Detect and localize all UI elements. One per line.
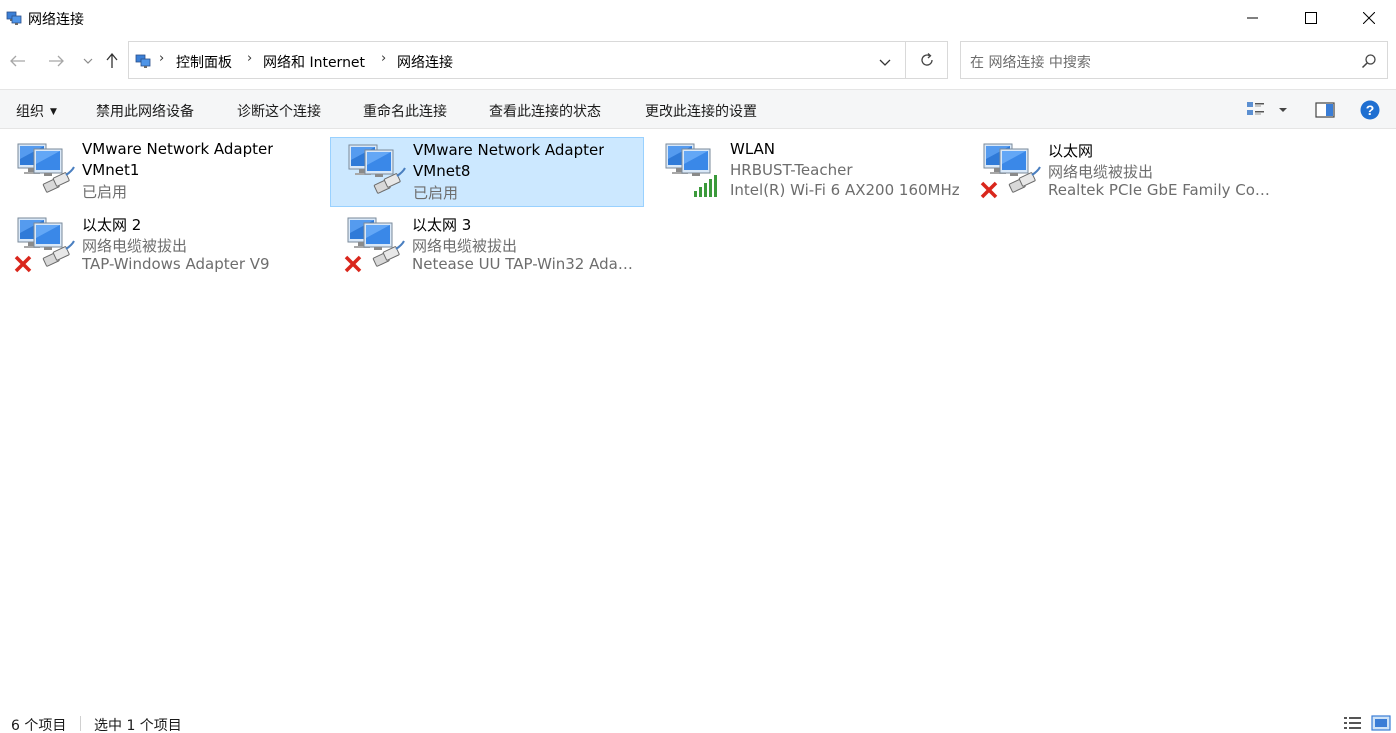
chevron-down-icon xyxy=(83,58,93,64)
network-adapter-icon xyxy=(14,217,75,273)
address-bar[interactable]: › 控制面板 › 网络和 Internet › 网络连接 xyxy=(128,41,906,79)
wifi-signal-icon xyxy=(694,175,717,197)
connection-status: 网络电缆被拔出 xyxy=(82,236,188,255)
status-divider xyxy=(80,716,81,731)
connection-device: Realtek PCIe GbE Family Contr... xyxy=(1048,181,1278,199)
forward-button[interactable] xyxy=(45,50,67,72)
connection-status: 网络电缆被拔出 xyxy=(1048,162,1154,181)
view-status-button[interactable]: 查看此连接的状态 xyxy=(489,101,601,121)
close-button[interactable] xyxy=(1340,0,1396,36)
search-input[interactable]: 在 网络连接 中搜索 xyxy=(960,41,1388,79)
selection-count: 选中 1 个项目 xyxy=(94,718,182,733)
preview-pane-icon xyxy=(1315,102,1335,118)
network-connections-icon xyxy=(135,54,151,68)
navigation-bar: › 控制面板 › 网络和 Internet › 网络连接 在 网络连接 中搜索 xyxy=(0,40,1396,80)
caret-down-icon: ▼ xyxy=(50,107,57,117)
connection-status: 已启用 xyxy=(82,183,128,201)
network-connections-app-icon xyxy=(6,11,22,25)
address-dropdown-icon[interactable] xyxy=(877,54,893,70)
connection-device: TAP-Windows Adapter V9 xyxy=(82,255,270,273)
maximize-button[interactable] xyxy=(1282,0,1340,36)
details-view-icon[interactable] xyxy=(1343,715,1363,731)
large-icons-view-icon[interactable] xyxy=(1371,715,1391,731)
connection-name: VMware Network Adapter xyxy=(413,141,605,159)
search-placeholder: 在 网络连接 中搜索 xyxy=(970,55,1091,71)
connections-list: VMware Network Adapter VMnet1 已启用 VMware Ne… xyxy=(0,130,1396,700)
organize-menu[interactable]: 组织 ▼ xyxy=(16,101,57,121)
svg-text:?: ? xyxy=(1366,102,1375,118)
connection-name: VMware Network Adapter xyxy=(82,140,274,158)
minimize-icon xyxy=(1247,17,1258,19)
network-adapter-icon xyxy=(980,143,1041,199)
help-button[interactable]: ? xyxy=(1360,100,1380,120)
connection-name: 以太网 2 xyxy=(82,216,142,234)
connection-item[interactable]: 以太网 3 网络电缆被拔出 Netease UU TAP-Win32 Adapt..… xyxy=(330,211,644,281)
command-bar: 组织 ▼ 禁用此网络设备 诊断这个连接 重命名此连接 查看此连接的状态 更改此连接… xyxy=(0,89,1396,129)
arrow-left-icon xyxy=(10,55,25,67)
refresh-button[interactable] xyxy=(906,41,948,79)
close-icon xyxy=(1363,12,1375,24)
breadcrumb-network-internet[interactable]: 网络和 Internet xyxy=(263,52,365,72)
connection-status: 网络电缆被拔出 xyxy=(412,236,518,255)
connection-device: Intel(R) Wi-Fi 6 AX200 160MHz xyxy=(730,181,960,199)
breadcrumb-network-connections[interactable]: 网络连接 xyxy=(397,52,453,72)
breadcrumb-separator[interactable]: › xyxy=(247,51,252,66)
connection-item[interactable]: WLAN HRBUST-Teacher Intel(R) Wi-Fi 6 AX200… xyxy=(648,137,962,207)
breadcrumb-separator[interactable]: › xyxy=(381,51,386,66)
connection-name: 以太网 3 xyxy=(412,216,472,234)
arrow-up-icon xyxy=(106,53,118,68)
recent-locations-button[interactable] xyxy=(77,50,99,72)
connection-item[interactable]: VMware Network Adapter VMnet1 已启用 xyxy=(0,137,314,207)
network-adapter-icon xyxy=(344,217,405,273)
caret-down-icon xyxy=(1279,108,1287,112)
breadcrumb-separator[interactable]: › xyxy=(159,51,164,66)
item-count: 6 个项目 xyxy=(11,718,67,733)
connection-status: 已启用 xyxy=(413,184,459,202)
title-bar: 网络连接 xyxy=(0,0,1396,36)
connection-item[interactable]: VMware Network Adapter VMnet8 已启用 xyxy=(330,137,644,207)
arrow-right-icon xyxy=(49,55,64,67)
more-options-button[interactable] xyxy=(1278,100,1288,120)
preview-pane-button[interactable] xyxy=(1315,100,1335,120)
up-button[interactable] xyxy=(101,50,123,72)
connection-item[interactable]: 以太网网络电缆被拔出 Realtek PCIe GbE Family Contr.… xyxy=(966,137,1280,207)
connection-item[interactable]: 以太网 2 网络电缆被拔出 TAP-Windows Adapter V9 xyxy=(0,211,314,281)
maximize-icon xyxy=(1305,12,1317,24)
network-adapter-icon xyxy=(17,143,75,193)
refresh-icon xyxy=(920,53,933,66)
disconnected-x-icon xyxy=(344,255,362,273)
search-icon[interactable] xyxy=(1361,53,1377,69)
connection-name-line2: VMnet1 xyxy=(82,160,140,179)
back-button[interactable] xyxy=(7,50,29,72)
organize-label: 组织 xyxy=(16,104,44,120)
connection-device: Netease UU TAP-Win32 Adapt... xyxy=(412,255,642,273)
connection-status: HRBUST-Teacher xyxy=(730,160,853,179)
network-adapter-icon xyxy=(348,144,406,194)
breadcrumb-control-panel[interactable]: 控制面板 xyxy=(176,52,232,72)
change-settings-button[interactable]: 更改此连接的设置 xyxy=(645,101,757,121)
disable-device-button[interactable]: 禁用此网络设备 xyxy=(96,101,194,121)
rename-connection-button[interactable]: 重命名此连接 xyxy=(363,101,447,121)
connection-name: 以太网 xyxy=(1048,142,1094,160)
disconnected-x-icon xyxy=(980,181,998,199)
view-options-icon xyxy=(1247,102,1264,115)
minimize-button[interactable] xyxy=(1224,0,1282,36)
status-bar: 6 个项目 选中 1 个项目 xyxy=(0,710,1396,733)
window-title: 网络连接 xyxy=(28,12,84,28)
disconnected-x-icon xyxy=(14,255,32,273)
network-adapter-icon xyxy=(665,143,717,197)
change-view-button[interactable] xyxy=(1246,100,1266,120)
help-icon: ? xyxy=(1360,100,1380,120)
connection-name: WLAN xyxy=(730,140,776,158)
connection-name-line2: VMnet8 xyxy=(413,161,471,180)
diagnose-connection-button[interactable]: 诊断这个连接 xyxy=(237,101,321,121)
